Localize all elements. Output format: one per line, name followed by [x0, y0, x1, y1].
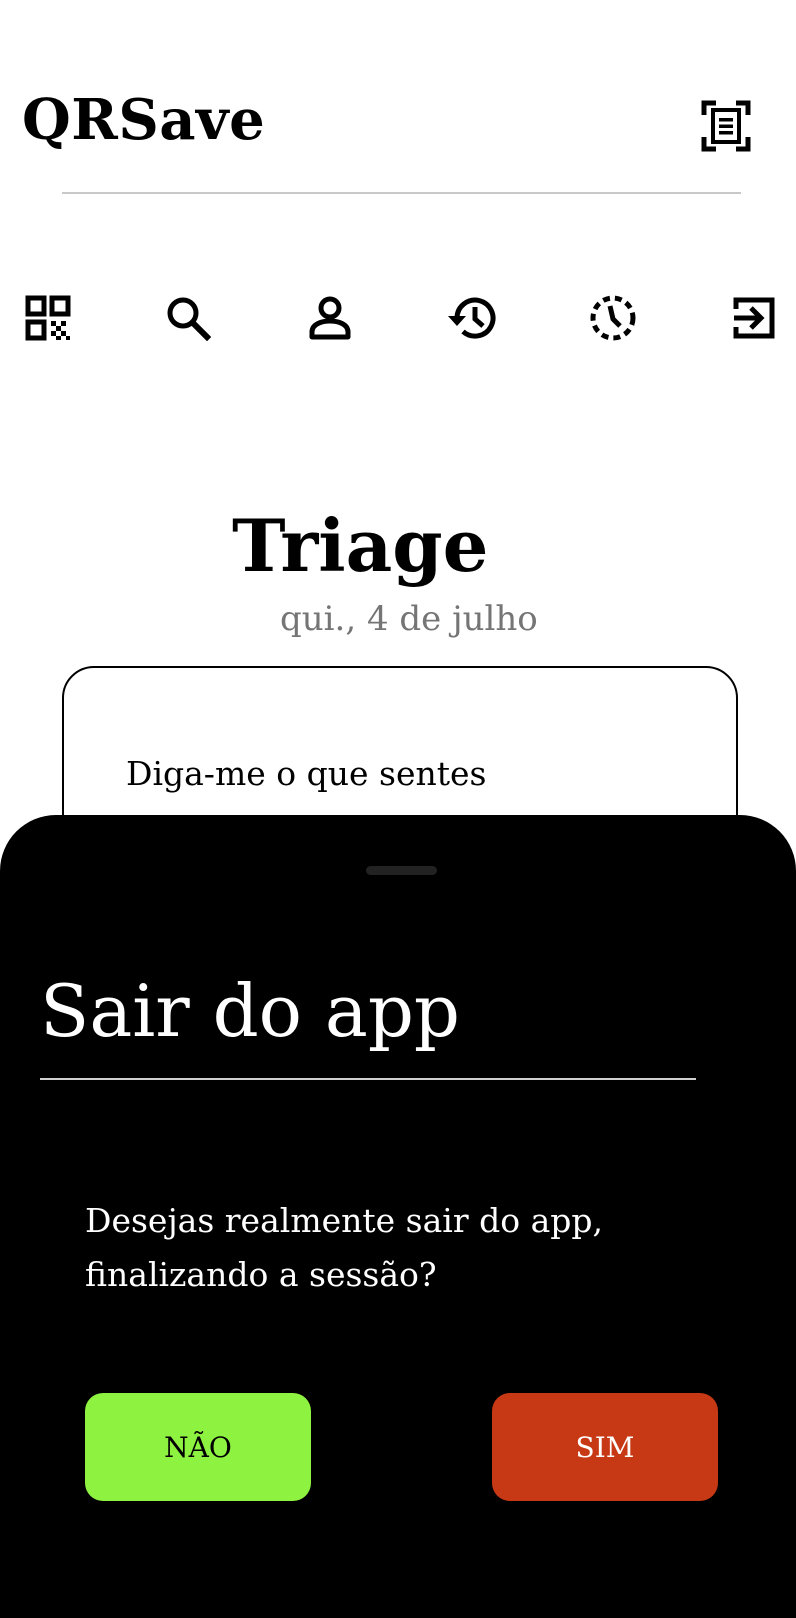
- qr-code-icon: [25, 295, 71, 341]
- dialog-message: Desejas realmente sair do app, finalizan…: [85, 1201, 603, 1294]
- dialog-divider: [40, 1078, 696, 1080]
- confirm-logout-button[interactable]: SIM: [492, 1393, 718, 1501]
- nav-qr-button[interactable]: [20, 290, 76, 346]
- appbar-divider: [62, 192, 741, 194]
- history-icon: [448, 297, 496, 339]
- symptom-prompt: Diga-me o que sentes: [126, 754, 487, 793]
- app-title: QRSave: [22, 87, 266, 153]
- document-scanner-icon: [701, 100, 751, 152]
- nav-history-button[interactable]: [444, 290, 500, 346]
- page-date: qui., 4 de julho: [280, 599, 538, 639]
- nav-profile-button[interactable]: [302, 290, 358, 346]
- nav-bar: [0, 290, 796, 350]
- logout-icon: [733, 297, 775, 339]
- dialog-title: Sair do app: [40, 969, 461, 1053]
- person-icon: [309, 296, 351, 340]
- scan-button[interactable]: [701, 100, 751, 152]
- nav-search-button[interactable]: [160, 290, 216, 346]
- page-title: Triage: [232, 503, 489, 588]
- search-icon: [167, 297, 211, 341]
- sheet-drag-handle[interactable]: [366, 866, 437, 875]
- nav-logout-button[interactable]: [726, 290, 782, 346]
- nav-pending-button[interactable]: [585, 290, 641, 346]
- cancel-button[interactable]: NÃO: [85, 1393, 311, 1501]
- pending-clock-icon: [590, 295, 636, 341]
